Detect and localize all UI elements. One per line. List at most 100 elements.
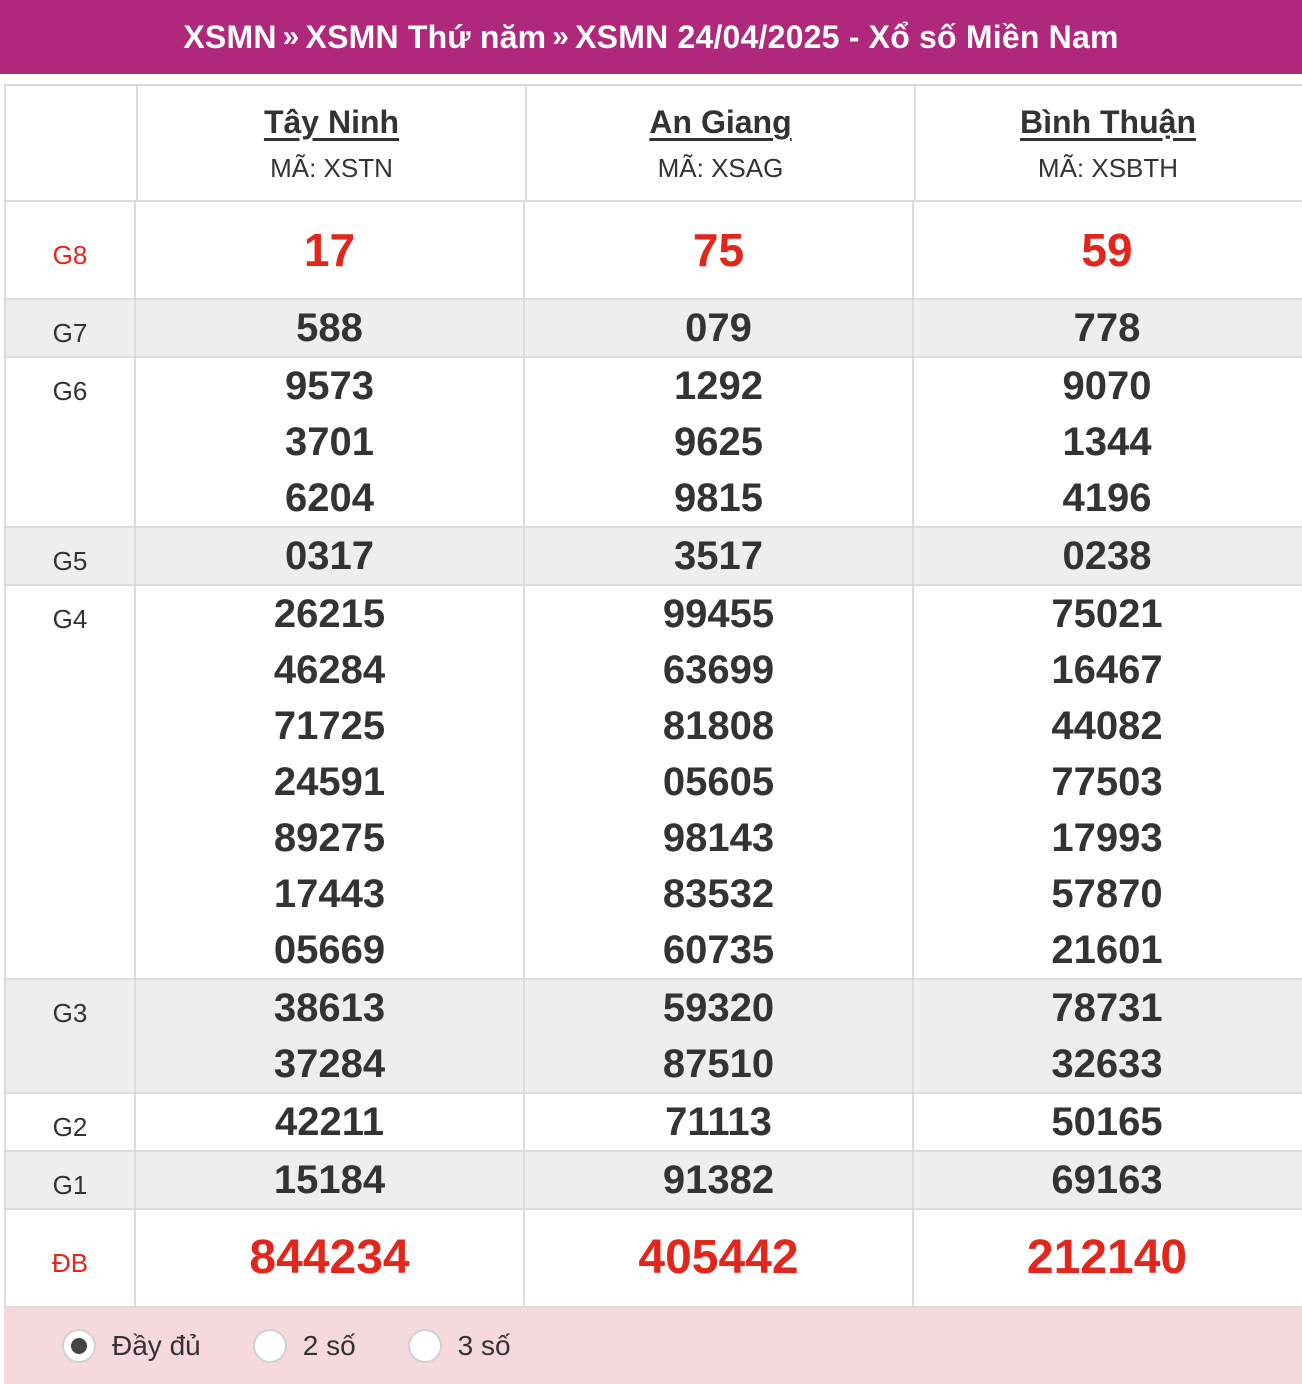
prize-number: 26215 bbox=[273, 592, 386, 636]
prize-number: 17443 bbox=[273, 872, 386, 916]
title-link-xsmn[interactable]: XSMN bbox=[183, 19, 276, 56]
prize-cell: 9070 1344 4196 bbox=[914, 358, 1300, 526]
digit-option[interactable]: 3 số bbox=[407, 1329, 511, 1363]
prize-cell: 71113 bbox=[525, 1094, 914, 1150]
prize-number: 16467 bbox=[1051, 648, 1163, 692]
prize-cell: 75 bbox=[525, 202, 914, 298]
results-table: Tây Ninh MÃ: XSTN An Giang MÃ: XSAG Bình… bbox=[4, 84, 1302, 1308]
prize-row: G2 42211 71113 50165 bbox=[6, 1094, 1302, 1152]
prize-number: 44082 bbox=[1051, 704, 1163, 748]
prize-cell: 69163 bbox=[914, 1152, 1300, 1208]
prize-cell: 38613 37284 bbox=[136, 980, 525, 1092]
prize-number: 3517 bbox=[674, 534, 763, 578]
prize-number: 71725 bbox=[273, 704, 386, 748]
prize-number: 17 bbox=[303, 224, 356, 276]
digit-option[interactable]: 2 số bbox=[252, 1329, 356, 1363]
prize-cell: 26215 46284 71725 24591 89275 17443 05669 bbox=[136, 586, 525, 978]
title-current-page: XSMN 24/04/2025 - Xổ số Miền Nam bbox=[575, 18, 1119, 55]
prize-cell: 079 bbox=[525, 300, 914, 356]
prize-number: 15184 bbox=[273, 1158, 386, 1202]
province-header: An Giang MÃ: XSAG bbox=[525, 86, 914, 200]
province-link[interactable]: Bình Thuận bbox=[916, 104, 1300, 141]
province-code: MÃ: XSBTH bbox=[1037, 153, 1179, 183]
prize-number: 1344 bbox=[1062, 420, 1152, 464]
prize-number: 99455 bbox=[662, 592, 775, 636]
prize-cell: 42211 bbox=[136, 1094, 525, 1150]
prize-cell: 3517 bbox=[525, 528, 914, 584]
prize-number: 37284 bbox=[273, 1042, 386, 1086]
digit-filter-bar: Đầy đủ 2 số 3 số bbox=[4, 1308, 1302, 1384]
prize-number: 778 bbox=[1073, 306, 1141, 350]
province-code: MÃ: XSAG bbox=[657, 153, 784, 183]
prize-number: 91382 bbox=[662, 1158, 775, 1202]
prize-number: 9573 bbox=[285, 364, 374, 408]
radio-label[interactable]: 2 số bbox=[303, 1330, 356, 1362]
spacer bbox=[0, 74, 1302, 84]
prize-label: ĐB bbox=[6, 1210, 136, 1306]
prize-cell: 778 bbox=[914, 300, 1300, 356]
prize-number: 77503 bbox=[1051, 760, 1163, 804]
prize-number: 405442 bbox=[638, 1231, 799, 1284]
header-corner-cell bbox=[6, 86, 136, 200]
prize-number: 98143 bbox=[662, 816, 775, 860]
prize-number: 75021 bbox=[1051, 592, 1163, 636]
prize-number: 59 bbox=[1081, 224, 1133, 276]
prize-number: 50165 bbox=[1051, 1100, 1163, 1144]
prize-label: G8 bbox=[6, 202, 136, 298]
prize-cell: 78731 32633 bbox=[914, 980, 1300, 1092]
prize-number: 4196 bbox=[1062, 476, 1152, 520]
prize-label: G6 bbox=[6, 358, 136, 526]
prize-row: G5 0317 3517 0238 bbox=[6, 528, 1302, 586]
prize-number: 3701 bbox=[285, 420, 374, 464]
prize-number: 78731 bbox=[1051, 986, 1163, 1030]
digit-option[interactable]: Đầy đủ bbox=[62, 1329, 201, 1363]
prize-label: G4 bbox=[6, 586, 136, 978]
prize-row: G1 15184 91382 69163 bbox=[6, 1152, 1302, 1210]
prize-cell: 59 bbox=[914, 202, 1300, 298]
prize-number: 24591 bbox=[273, 760, 386, 804]
prize-number: 1292 bbox=[674, 364, 763, 408]
prize-number: 46284 bbox=[273, 648, 386, 692]
prize-cell: 15184 bbox=[136, 1152, 525, 1208]
prize-number: 57870 bbox=[1051, 872, 1163, 916]
radio-button[interactable] bbox=[62, 1329, 96, 1363]
prize-number: 9070 bbox=[1062, 364, 1152, 408]
prize-number: 079 bbox=[685, 306, 752, 350]
prize-label: G7 bbox=[6, 300, 136, 356]
province-header: Bình Thuận MÃ: XSBTH bbox=[914, 86, 1300, 200]
prize-cell: 17 bbox=[136, 202, 525, 298]
prize-cell: 212140 bbox=[914, 1210, 1300, 1306]
radio-button[interactable] bbox=[407, 1329, 442, 1363]
prize-number: 32633 bbox=[1051, 1042, 1163, 1086]
prize-label: G3 bbox=[6, 980, 136, 1092]
prize-number: 81808 bbox=[662, 704, 775, 748]
prize-row: G8 17 75 59 bbox=[6, 202, 1302, 300]
prize-cell: 0317 bbox=[136, 528, 525, 584]
prize-cell: 75021 16467 44082 77503 17993 57870 21601 bbox=[914, 586, 1300, 978]
prize-number: 9625 bbox=[674, 420, 763, 464]
prize-cell: 91382 bbox=[525, 1152, 914, 1208]
province-link[interactable]: Tây Ninh bbox=[138, 104, 525, 141]
radio-label[interactable]: 3 số bbox=[458, 1330, 511, 1362]
prize-row: G7 588 079 778 bbox=[6, 300, 1302, 358]
prize-number: 588 bbox=[296, 306, 363, 350]
radio-label[interactable]: Đầy đủ bbox=[112, 1330, 201, 1362]
province-code: MÃ: XSTN bbox=[270, 153, 393, 183]
province-header: Tây Ninh MÃ: XSTN bbox=[136, 86, 525, 200]
prize-row: G6 9573 3701 6204 1292 9625 9815 9070 1344 4196 bbox=[6, 358, 1302, 528]
prize-cell: 99455 63699 81808 05605 98143 83532 60735 bbox=[525, 586, 914, 978]
prize-cell: 50165 bbox=[914, 1094, 1300, 1150]
prize-cell: 844234 bbox=[136, 1210, 525, 1306]
prize-rows: G8 17 75 59 G7 588 079 778 G6 9573 3701 6204 1292 962… bbox=[6, 202, 1302, 1306]
prize-number: 212140 bbox=[1026, 1231, 1188, 1284]
province-link[interactable]: An Giang bbox=[527, 104, 914, 141]
prize-row: ĐB 844234 405442 212140 bbox=[6, 1210, 1302, 1306]
radio-button[interactable] bbox=[252, 1329, 287, 1363]
prize-number: 6204 bbox=[285, 476, 374, 520]
prize-number: 89275 bbox=[273, 816, 386, 860]
breadcrumb-separator-icon: » bbox=[282, 20, 300, 53]
prize-number: 60735 bbox=[662, 928, 775, 972]
title-link-xsmn-thu-nam[interactable]: XSMN Thứ năm bbox=[306, 19, 547, 56]
page-title-bar: XSMN » XSMN Thứ năm » XSMN 24/04/2025 - … bbox=[0, 0, 1302, 74]
prize-cell: 1292 9625 9815 bbox=[525, 358, 914, 526]
